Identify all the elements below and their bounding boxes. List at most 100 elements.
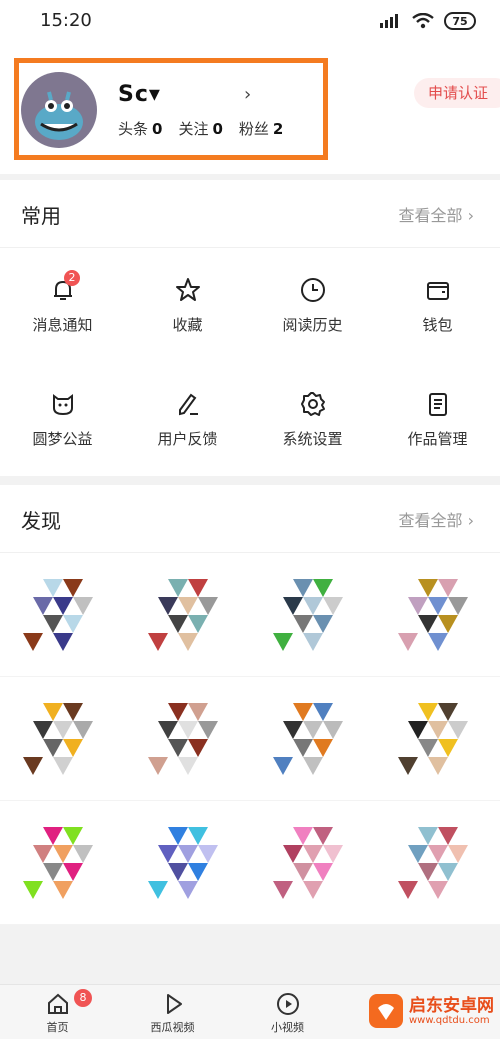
signal-icon	[380, 14, 398, 28]
mosaic-triangle	[322, 844, 343, 863]
item-favorites[interactable]: 收藏	[125, 248, 250, 362]
mosaic-triangle	[62, 578, 83, 597]
item-label: 阅读历史	[282, 316, 343, 334]
works-icon	[428, 393, 447, 416]
item-notifications[interactable]: 2 消息通知	[0, 248, 125, 362]
mosaic-triangle	[167, 614, 188, 633]
discover-item[interactable]	[250, 801, 375, 925]
mosaic-triangle	[447, 844, 468, 863]
discover-item[interactable]	[375, 553, 500, 677]
item-works[interactable]: 作品管理	[375, 362, 500, 476]
mosaic-triangle	[147, 632, 168, 651]
mosaic-triangle	[417, 738, 438, 757]
mosaic-triangle	[427, 596, 448, 615]
discover-item[interactable]	[125, 677, 250, 801]
mosaic-triangle	[282, 844, 303, 863]
tab-xigua-video[interactable]: 西瓜视频	[115, 985, 230, 1039]
mosaic-triangle	[292, 578, 313, 597]
mosaic-triangle	[197, 844, 218, 863]
discover-item[interactable]	[250, 553, 375, 677]
mosaic-triangle	[32, 596, 53, 615]
discover-item[interactable]	[375, 801, 500, 925]
discover-thumbnail-icon	[272, 826, 343, 899]
item-charity[interactable]: 圆梦公益	[0, 362, 125, 476]
gear-icon	[300, 392, 325, 416]
item-settings[interactable]: 系统设置	[250, 362, 375, 476]
mosaic-triangle	[312, 862, 333, 881]
mosaic-triangle	[52, 880, 73, 899]
mosaic-triangle	[52, 844, 73, 863]
mosaic-triangle	[52, 632, 73, 651]
mosaic-triangle	[427, 632, 448, 651]
view-all-link[interactable]: 查看全部 ›	[399, 507, 475, 531]
mosaic-triangle	[407, 720, 428, 739]
mosaic-triangle	[302, 756, 323, 775]
mosaic-triangle	[187, 862, 208, 881]
item-history[interactable]: 阅读历史	[250, 248, 375, 362]
discover-thumbnail-icon	[22, 702, 93, 775]
mosaic-triangle	[417, 862, 438, 881]
mosaic-triangle	[397, 880, 418, 899]
mosaic-triangle	[417, 614, 438, 633]
discover-item[interactable]	[125, 553, 250, 677]
item-wallet[interactable]: 钱包	[375, 248, 500, 362]
feedback-icon	[178, 393, 198, 416]
discover-thumbnail-icon	[147, 826, 218, 899]
mosaic-triangle	[397, 632, 418, 651]
discover-section: 发现 查看全部 ›	[0, 485, 500, 925]
discover-header: 发现 查看全部 ›	[0, 485, 500, 553]
play-icon	[166, 994, 182, 1014]
discover-thumbnail-icon	[22, 826, 93, 899]
item-label: 圆梦公益	[32, 430, 93, 448]
mosaic-triangle	[32, 844, 53, 863]
discover-thumbnail-icon	[397, 826, 468, 899]
discover-thumbnail-icon	[397, 702, 468, 775]
mosaic-triangle	[427, 880, 448, 899]
mosaic-triangle	[407, 596, 428, 615]
mosaic-triangle	[52, 720, 73, 739]
mosaic-triangle	[282, 596, 303, 615]
mosaic-triangle	[197, 720, 218, 739]
discover-thumbnail-icon	[397, 578, 468, 651]
mosaic-triangle	[72, 844, 93, 863]
item-feedback[interactable]: 用户反馈	[125, 362, 250, 476]
discover-item[interactable]	[0, 553, 125, 677]
common-section: 常用 查看全部 › 2 消息通知 收藏 阅读历史 钱包 圆梦公益 用户反馈 系统…	[0, 180, 500, 476]
discover-thumbnail-icon	[272, 578, 343, 651]
mosaic-triangle	[417, 578, 438, 597]
mosaic-triangle	[447, 596, 468, 615]
tab-home[interactable]: 8 首页	[0, 985, 115, 1039]
tab-short-video[interactable]: 小视频	[230, 985, 345, 1039]
discover-item[interactable]	[125, 801, 250, 925]
mosaic-triangle	[302, 720, 323, 739]
mosaic-triangle	[177, 632, 198, 651]
discover-item[interactable]	[375, 677, 500, 801]
mosaic-triangle	[157, 720, 178, 739]
mosaic-triangle	[302, 880, 323, 899]
mosaic-triangle	[437, 862, 458, 881]
discover-thumbnail-icon	[22, 578, 93, 651]
battery-icon: 75	[444, 12, 476, 30]
mosaic-triangle	[167, 862, 188, 881]
mosaic-triangle	[177, 844, 198, 863]
mosaic-triangle	[177, 880, 198, 899]
discover-item[interactable]	[250, 677, 375, 801]
mosaic-triangle	[322, 596, 343, 615]
apply-verification-button[interactable]: 申请认证	[413, 78, 500, 108]
discover-thumbnail-icon	[272, 702, 343, 775]
mosaic-triangle	[42, 578, 63, 597]
view-all-link[interactable]: 查看全部 ›	[399, 202, 475, 226]
item-label: 系统设置	[282, 430, 343, 448]
mosaic-triangle	[177, 720, 198, 739]
section-title: 常用	[21, 204, 61, 228]
mosaic-triangle	[177, 756, 198, 775]
discover-item[interactable]	[0, 801, 125, 925]
discover-item[interactable]	[0, 677, 125, 801]
mosaic-triangle	[32, 720, 53, 739]
mosaic-triangle	[437, 738, 458, 757]
mosaic-triangle	[42, 826, 63, 845]
item-label: 作品管理	[407, 430, 468, 448]
section-title: 发现	[21, 509, 61, 533]
tab-label: 首页	[46, 1021, 69, 1034]
home-icon	[47, 993, 68, 1014]
